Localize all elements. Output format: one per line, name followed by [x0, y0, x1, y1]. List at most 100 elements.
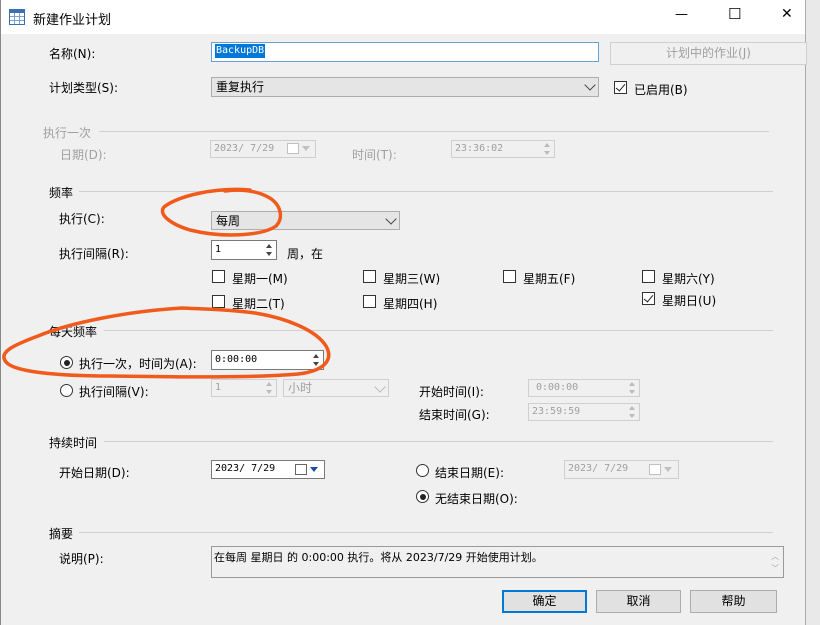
start-time-label: 开始时间(I): — [419, 385, 484, 399]
recurs-every-spinner[interactable]: 1 — [211, 240, 277, 260]
recurs-every-suffix: 周，在 — [287, 247, 324, 261]
summary-section-title: 摘要 — [49, 527, 74, 541]
monday-label: 星期一(M) — [232, 272, 288, 286]
dropdown-arrow-icon — [664, 467, 672, 472]
wednesday-checkbox[interactable] — [363, 270, 376, 283]
dialog-window: 新建作业计划 — ☐ ✕ 名称(N): BackupDB 计划中的作业(J) 计… — [0, 0, 807, 625]
sunday-checkbox[interactable] — [642, 292, 655, 305]
description-value: 在每周 星期日 的 0:00:00 执行。将从 2023/7/29 开始使用计划… — [214, 551, 543, 564]
occurs-value: 每周 — [216, 214, 241, 228]
occurs-select[interactable]: 每周 — [211, 211, 400, 230]
wednesday-label: 星期三(W) — [383, 272, 441, 286]
duration-divider — [104, 441, 773, 442]
no-end-date-label: 无结束日期(O): — [435, 492, 518, 506]
end-time-spinner[interactable]: 23:59:59 — [528, 403, 640, 421]
end-date-radio[interactable] — [416, 464, 429, 477]
start-time-value: 0:00:00 — [536, 382, 579, 393]
spinner-arrows-icon[interactable] — [626, 405, 638, 419]
no-end-date-radio[interactable] — [416, 490, 429, 503]
frequency-section-title: 频率 — [49, 186, 74, 200]
maximize-button[interactable]: ☐ — [728, 5, 741, 23]
occurs-every-radio[interactable] — [60, 384, 73, 397]
recurs-every-label: 执行间隔(R): — [59, 247, 129, 261]
chevron-down-icon — [385, 213, 397, 225]
description-textarea[interactable]: 在每周 星期日 的 0:00:00 执行。将从 2023/7/29 开始使用计划… — [211, 546, 784, 578]
schedule-type-label: 计划类型(S): — [49, 81, 119, 95]
daily-frequency-section-title: 每天频率 — [49, 325, 98, 339]
friday-checkbox[interactable] — [503, 270, 516, 283]
dropdown-arrow-icon — [310, 467, 318, 472]
occurs-once-time-value: 0:00:00 — [215, 354, 258, 365]
occurs-once-label: 执行一次，时间为(A): — [79, 357, 197, 371]
name-input[interactable]: BackupDB — [211, 42, 599, 62]
one-time-time-label: 时间(T): — [352, 148, 397, 162]
calendar-icon — [649, 464, 661, 475]
one-time-time-value: 23:36:02 — [455, 143, 504, 154]
occurs-every-unit-select[interactable]: 小时 — [283, 379, 389, 397]
cancel-button[interactable]: 取消 — [596, 590, 681, 613]
dropdown-arrow-icon — [302, 146, 310, 151]
one-time-time-spinner[interactable]: 23:36:02 — [451, 140, 555, 158]
tuesday-checkbox[interactable] — [212, 295, 225, 308]
description-label: 说明(P): — [59, 552, 104, 566]
saturday-label: 星期六(Y) — [662, 272, 715, 286]
spinner-arrows-icon[interactable] — [541, 142, 553, 156]
one-time-divider — [99, 131, 769, 132]
frequency-divider — [79, 191, 773, 192]
start-date-label: 开始日期(D): — [59, 466, 130, 480]
summary-divider — [79, 532, 773, 533]
chevron-down-icon — [584, 79, 596, 91]
spinner-arrows-icon[interactable] — [626, 381, 638, 395]
recurs-every-value: 1 — [215, 244, 222, 255]
calendar-grid-icon — [9, 9, 25, 25]
sunday-label: 星期日(U) — [662, 294, 717, 308]
occurs-every-value: 1 — [215, 382, 222, 393]
occurs-once-time-spinner[interactable]: 0:00:00 — [211, 350, 324, 370]
one-time-date-value: 2023/ 7/29 — [214, 143, 275, 154]
enabled-label: 已启用(B) — [634, 83, 688, 97]
name-input-value: BackupDB — [215, 44, 266, 58]
monday-checkbox[interactable] — [212, 270, 225, 283]
start-time-spinner[interactable]: 0:00:00 — [528, 379, 640, 397]
jobs-in-schedule-button[interactable]: 计划中的作业(J) — [610, 42, 807, 65]
end-date-value: 2023/ 7/29 — [568, 463, 629, 474]
one-time-date-label: 日期(D): — [60, 148, 107, 162]
occurs-every-label: 执行间隔(V): — [79, 385, 149, 399]
enabled-checkbox[interactable] — [614, 81, 627, 94]
occurs-once-radio[interactable] — [60, 356, 73, 369]
chevron-down-icon — [374, 381, 386, 393]
close-button[interactable]: ✕ — [781, 6, 793, 22]
occurs-every-unit-value: 小时 — [288, 381, 313, 395]
spinner-arrows-icon[interactable] — [263, 381, 275, 395]
daily-frequency-divider — [104, 330, 773, 331]
spinner-arrows-icon[interactable] — [310, 353, 322, 367]
help-button[interactable]: 帮助 — [690, 590, 777, 613]
end-date-label: 结束日期(E): — [435, 466, 504, 480]
occurs-every-spinner[interactable]: 1 — [211, 379, 277, 397]
thursday-label: 星期四(H) — [383, 297, 438, 311]
tuesday-label: 星期二(T) — [232, 297, 285, 311]
one-time-date-picker[interactable]: 2023/ 7/29 — [210, 140, 316, 158]
scroll-down-icon[interactable]: ﹀ — [771, 563, 779, 574]
calendar-icon — [287, 143, 299, 154]
scroll-up-icon[interactable]: ︿ — [771, 551, 779, 562]
end-time-value: 23:59:59 — [532, 406, 581, 417]
saturday-checkbox[interactable] — [642, 270, 655, 283]
one-time-section-title: 执行一次 — [43, 126, 92, 140]
end-date-picker[interactable]: 2023/ 7/29 — [564, 460, 679, 479]
duration-section-title: 持续时间 — [49, 436, 98, 450]
ok-button[interactable]: 确定 — [502, 590, 587, 613]
spinner-arrows-icon[interactable] — [263, 243, 275, 257]
schedule-type-select[interactable]: 重复执行 — [211, 77, 599, 97]
title-bar: 新建作业计划 — ☐ ✕ — [1, 0, 805, 34]
occurs-label: 执行(C): — [59, 212, 105, 226]
end-time-label: 结束时间(G): — [419, 408, 490, 422]
friday-label: 星期五(F) — [523, 272, 576, 286]
name-label: 名称(N): — [49, 47, 96, 61]
thursday-checkbox[interactable] — [363, 295, 376, 308]
start-date-value: 2023/ 7/29 — [215, 463, 276, 474]
start-date-picker[interactable]: 2023/ 7/29 — [211, 460, 325, 479]
calendar-icon — [295, 464, 307, 475]
minimize-button[interactable]: — — [675, 7, 688, 22]
window-title: 新建作业计划 — [33, 13, 112, 28]
